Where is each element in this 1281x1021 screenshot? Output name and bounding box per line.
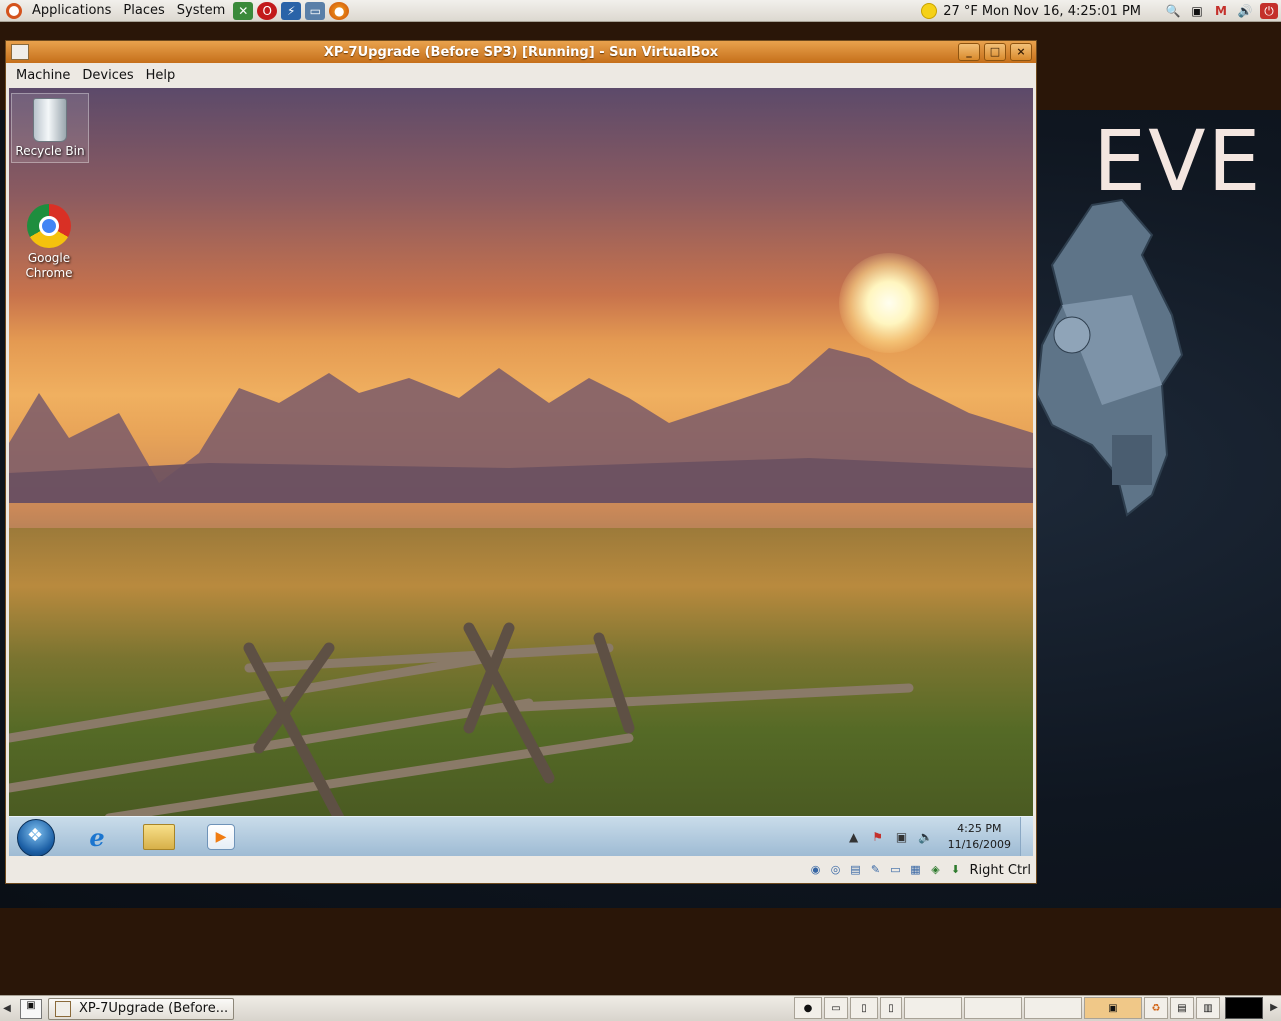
window-title: XP-7Upgrade (Before SP3) [Running] - Sun…	[323, 44, 719, 60]
spaceship-graphic	[1035, 198, 1184, 517]
menu-system[interactable]: System	[171, 0, 231, 22]
network-status-icon[interactable]: ▣	[893, 830, 911, 844]
workspace-1[interactable]: ▯	[850, 997, 878, 1019]
taskbar-window-button[interactable]: XP-7Upgrade (Before...	[48, 997, 234, 1020]
internet-explorer-icon[interactable]: e	[77, 820, 117, 854]
power-icon[interactable]: ⏻	[1260, 3, 1278, 19]
cd-dvd-icon[interactable]: ◎	[828, 863, 844, 877]
recycle-bin-icon[interactable]: Recycle Bin	[11, 93, 89, 163]
wallpaper-fence	[9, 622, 914, 818]
panel-right-arrow-icon[interactable]: ▶	[1267, 998, 1281, 1018]
virtualization-icon[interactable]: ▦	[908, 863, 924, 877]
virtualbox-window: XP-7Upgrade (Before SP3) [Running] - Sun…	[5, 40, 1037, 884]
action-center-flag-icon[interactable]: ⚑	[869, 830, 887, 844]
guest-taskbar: e ▶ ▲ ⚑ ▣ 🔈 4:25 PM 11/16/2009	[9, 816, 1033, 856]
firefox-icon[interactable]: ●	[329, 1, 350, 20]
menu-places[interactable]: Places	[117, 0, 170, 22]
virtualbox-icon[interactable]	[11, 44, 29, 60]
trash-icon	[33, 98, 67, 142]
vbox-menubar: Machine Devices Help	[6, 63, 1036, 87]
taskbar-window-label: XP-7Upgrade (Before...	[79, 1001, 229, 1016]
ubuntu-logo-icon[interactable]	[6, 2, 22, 19]
opera-icon[interactable]: O	[257, 1, 278, 20]
menu-applications[interactable]: Applications	[26, 0, 117, 22]
close-button[interactable]: ×	[1010, 43, 1032, 61]
wallpaper-mountains	[9, 348, 1033, 503]
window-titlebar[interactable]: XP-7Upgrade (Before SP3) [Running] - Sun…	[6, 41, 1036, 63]
panel-left-arrow-icon[interactable]: ◀	[0, 999, 14, 1019]
host-key-label: Right Ctrl	[969, 862, 1032, 878]
windows-explorer-icon[interactable]	[139, 820, 179, 854]
chrome-icon	[27, 204, 71, 248]
shared-folders-icon[interactable]: ▭	[888, 863, 904, 877]
network-adapter-icon[interactable]: ▤	[848, 863, 864, 877]
volume-muted-icon[interactable]: 🔈	[917, 830, 935, 844]
guest-clock[interactable]: 4:25 PM 11/16/2009	[948, 821, 1011, 853]
top-panel: Applications Places System ✕ O ⚡ ▭ ● 27 …	[0, 0, 1281, 22]
network-monitor-icon[interactable]: ▥	[1196, 997, 1220, 1019]
vbox-statusbar: ◉ ◎ ▤ ✎ ▭ ▦ ◈ ⬇ Right Ctrl	[6, 857, 1036, 883]
minimize-button[interactable]: _	[958, 43, 980, 61]
trash-panel-icon[interactable]: ♻	[1144, 997, 1168, 1019]
guest-clock-time: 4:25 PM	[957, 822, 1002, 835]
firefox-workspace-icon[interactable]: ●	[794, 997, 822, 1019]
gparted-icon[interactable]: ⚡	[281, 1, 302, 20]
network-tool-icon[interactable]: ✕	[233, 1, 254, 20]
hard-disk-icon[interactable]: ◉	[808, 863, 824, 877]
workspace-6-active[interactable]: ▣	[1084, 997, 1142, 1019]
maximize-button[interactable]: □	[984, 43, 1006, 61]
menu-machine[interactable]: Machine	[10, 68, 76, 83]
bottom-panel: ◀ ▣ XP-7Upgrade (Before... ● ▭ ▯ ▯ ▣ ♻ ▤…	[0, 995, 1281, 1021]
workspace-5[interactable]	[1024, 997, 1082, 1019]
menu-devices[interactable]: Devices	[76, 68, 139, 83]
mouse-integration-icon[interactable]: ◈	[928, 863, 944, 877]
windows-start-button[interactable]	[17, 819, 55, 856]
network-icon[interactable]: ▣	[1188, 3, 1206, 19]
google-chrome-shortcut[interactable]: Google Chrome	[11, 200, 87, 281]
virtualbox-task-icon	[55, 1000, 71, 1017]
workspace-3[interactable]	[904, 997, 962, 1019]
sticky-notes-icon[interactable]: ▤	[1170, 997, 1194, 1019]
show-hidden-icons-icon[interactable]: ▲	[845, 830, 863, 844]
show-desktop-button[interactable]	[1020, 817, 1033, 856]
panel-clock[interactable]: Mon Nov 16, 4:25:01 PM	[982, 4, 1141, 19]
show-desktop-icon[interactable]: ▣	[20, 998, 42, 1019]
weather-temp[interactable]: 27 °F	[943, 4, 978, 19]
system-monitor-graph[interactable]	[1225, 997, 1263, 1019]
workspace-4[interactable]	[964, 997, 1022, 1019]
remote-desktop-icon[interactable]: ▭	[305, 1, 326, 20]
volume-icon[interactable]: 🔊	[1236, 3, 1254, 19]
wallpaper-sun	[839, 253, 939, 353]
usb-icon[interactable]: ✎	[868, 863, 884, 877]
chrome-label: Google Chrome	[25, 251, 73, 280]
window-list-icon[interactable]: ▭	[824, 997, 848, 1019]
gmail-icon[interactable]: M	[1212, 3, 1230, 19]
guest-clock-date: 11/16/2009	[947, 838, 1011, 851]
guest-display[interactable]: Recycle Bin Google Chrome e ▶ ▲ ⚑ ▣ 🔈 4:…	[9, 88, 1033, 856]
menu-help[interactable]: Help	[140, 68, 182, 83]
host-key-icon[interactable]: ⬇	[948, 863, 964, 877]
media-player-icon[interactable]: ▶	[201, 820, 241, 854]
weather-sun-icon[interactable]	[921, 3, 938, 19]
recycle-bin-label: Recycle Bin	[15, 144, 85, 158]
search-icon[interactable]: 🔍	[1164, 3, 1182, 19]
workspace-2[interactable]: ▯	[880, 997, 902, 1019]
